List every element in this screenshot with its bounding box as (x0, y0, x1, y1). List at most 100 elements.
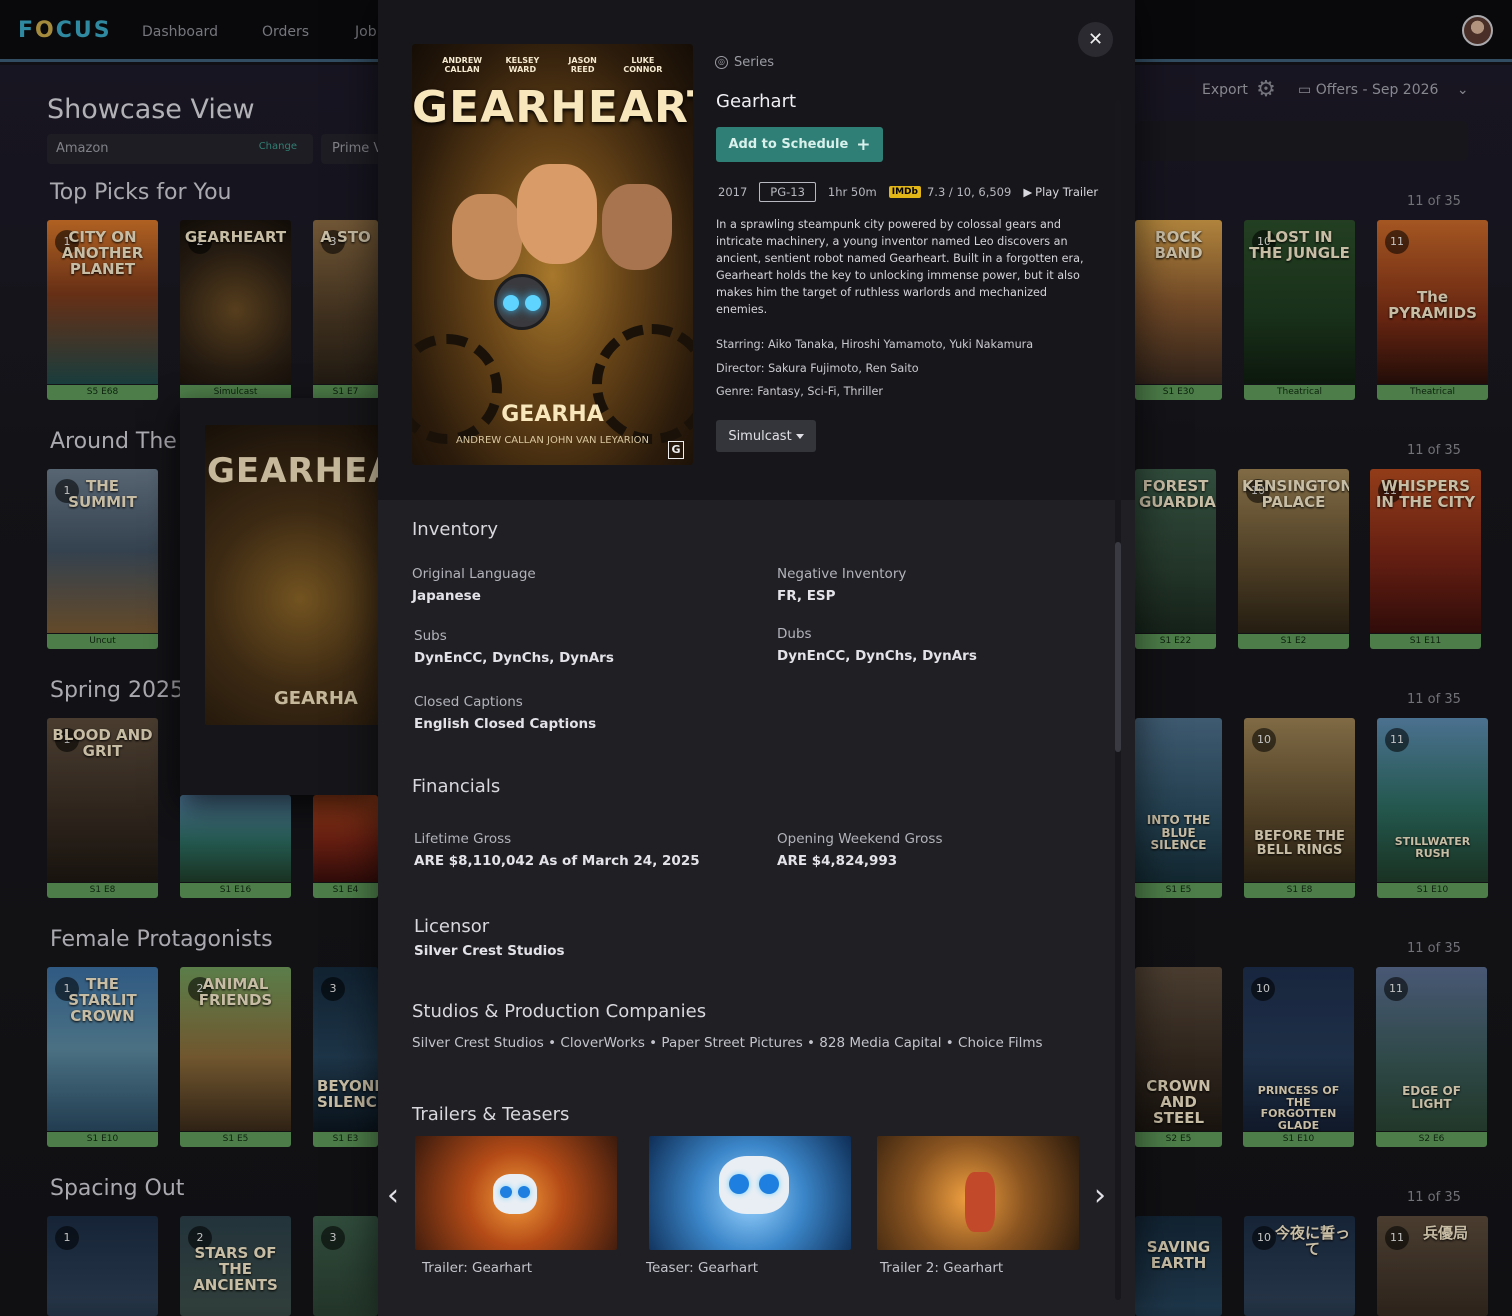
episode-tag: S1 E4 (313, 883, 378, 898)
poster-title: The PYRAMIDS (1388, 288, 1477, 322)
rank-badge: 10 (1251, 977, 1275, 1001)
key-art-poster: ANDREW CALLAN KELSEY WARD JASON REED LUK… (412, 44, 693, 465)
poster-title: STILLWATER RUSH (1394, 835, 1471, 860)
negative-inventory-value: FR, ESP (777, 588, 836, 604)
field-label: Opening Weekend Gross (777, 831, 943, 847)
poster-card[interactable]: INTO THE BLUE SILENCE S1 E5 (1135, 718, 1222, 898)
poster-title: PRINCESS OF THE FORGOTTEN GLADE (1257, 1084, 1340, 1132)
nav-jobs[interactable]: Job (355, 24, 377, 40)
row-title-spring: Spring 2025 (50, 678, 184, 703)
trailer-label: Teaser: Gearhart (646, 1260, 759, 1276)
poster-card[interactable]: S1 E4 (313, 795, 378, 898)
provider-field[interactable]: Amazon Change (47, 134, 313, 164)
director: Director: Sakura Fujimoto, Ren Saito (716, 362, 919, 375)
episode-tag: S1 E5 (180, 1132, 291, 1147)
rank-badge: 10 (1252, 728, 1276, 752)
poster-title: CITY ON ANOTHER PLANET (61, 228, 144, 278)
poster-card[interactable]: 2 ANIMAL FRIENDS S1 E5 (180, 967, 291, 1147)
change-provider-link[interactable]: Change (259, 141, 297, 152)
poster-card[interactable]: 11 EDGE OF LIGHT S2 E6 (1376, 967, 1487, 1147)
offers-dropdown[interactable]: ▭ Offers - Sep 2026 ⌄ (1298, 82, 1469, 98)
poster-card[interactable]: 10 PRINCESS OF THE FORGOTTEN GLADE S1 E10 (1243, 967, 1354, 1147)
episode-tag: S1 E30 (1135, 385, 1222, 400)
poster-card[interactable]: 10 BEFORE THE BELL RINGS S1 E8 (1244, 718, 1355, 898)
rank-badge: 3 (321, 1226, 345, 1250)
section-title-financials: Financials (412, 776, 501, 797)
closed-captions-value: English Closed Captions (414, 716, 597, 732)
rating-badge-icon: G (668, 441, 684, 459)
poster-card[interactable]: 1 CITY ON ANOTHER PLANET S5 E68 (47, 220, 158, 400)
poster-card[interactable]: 1 (47, 1216, 158, 1316)
poster-title: FOREST GUARDIANS (1139, 477, 1216, 511)
episode-tag: S1 E3 (313, 1132, 378, 1147)
poster-card[interactable]: 1 BLOOD AND GRIT S1 E8 (47, 718, 158, 898)
starring: Starring: Aiko Tanaka, Hiroshi Yamamoto,… (716, 338, 1034, 351)
modal-scrollbar-thumb[interactable] (1115, 542, 1121, 752)
focus-logo[interactable]: FOCUS (18, 18, 112, 43)
poster-card[interactable]: 10 今夜に誓って (1244, 1216, 1355, 1316)
row-title-top-picks: Top Picks for You (50, 180, 232, 205)
hover-preview-card[interactable]: GEARHEAR GEARHA (180, 398, 422, 795)
credit-name: KELSEY WARD (505, 56, 540, 75)
runner-figure (965, 1172, 995, 1232)
credit-name: ANDREW CALLAN (442, 56, 483, 75)
trailer-thumbnail[interactable] (877, 1136, 1079, 1250)
search-bar[interactable] (1135, 121, 1468, 161)
rank-badge: 11 (1385, 230, 1409, 254)
key-art-title: GEARHEART (412, 82, 693, 133)
robot-eye (518, 1186, 530, 1198)
robot-eye (503, 295, 519, 311)
poster-title: BEYOND SILENCE (317, 1077, 378, 1111)
row-count: 11 of 35 (1407, 692, 1461, 707)
play-trailer-link[interactable]: ▶ Play Trailer (1023, 185, 1098, 199)
poster-card[interactable]: 10 LOST IN THE JUNGLE Theatrical (1244, 220, 1355, 400)
poster-card[interactable]: 11 STILLWATER RUSH S1 E10 (1377, 718, 1488, 898)
poster-card[interactable]: ROCK BAND S1 E30 (1135, 220, 1222, 400)
nav-orders[interactable]: Orders (262, 24, 309, 40)
licensor-value: Silver Crest Studios (414, 943, 565, 959)
avatar[interactable] (1462, 15, 1493, 46)
series-icon: ◎ (715, 56, 728, 69)
poster-card[interactable]: FOREST GUARDIANS S1 E22 (1135, 469, 1216, 649)
trailer-thumbnail[interactable] (649, 1136, 851, 1250)
export-button[interactable]: Export (1202, 82, 1248, 98)
settings-gear-icon[interactable]: ⚙ (1254, 78, 1278, 102)
carousel-next-arrow-icon[interactable]: › (1087, 1178, 1113, 1214)
poster-card[interactable]: 3 (313, 1216, 378, 1316)
poster-card[interactable]: 2 GEARHEART Simulcast (180, 220, 291, 400)
poster-card[interactable]: 11 兵優局 (1377, 1216, 1488, 1316)
poster-card[interactable]: 3A STO S1 E7 (313, 220, 378, 400)
carousel-prev-arrow-icon[interactable]: ‹ (380, 1178, 406, 1214)
rank-badge: 1 (55, 1226, 79, 1250)
episode-tag: S1 E8 (47, 883, 158, 898)
close-button[interactable]: ✕ (1078, 22, 1113, 57)
episode-tag: S1 E11 (1370, 634, 1481, 649)
release-type-dropdown[interactable]: Simulcast (716, 420, 816, 452)
field-label: Closed Captions (414, 694, 523, 710)
poster-card[interactable]: 1 THE SUMMIT Uncut (47, 469, 158, 649)
trailer-thumbnail[interactable] (415, 1136, 617, 1250)
plus-icon: + (856, 134, 871, 155)
poster-card[interactable]: 3 BEYOND SILENCE S1 E3 (313, 967, 378, 1147)
poster-card[interactable]: 11 The PYRAMIDS Theatrical (1377, 220, 1488, 400)
add-to-schedule-button[interactable]: Add to Schedule + (716, 127, 883, 162)
poster-card[interactable]: S1 E16 (180, 795, 291, 898)
poster-card[interactable]: 10 KENSINGTON PALACE S1 E2 (1238, 469, 1349, 649)
poster-card[interactable]: 11 WHISPERS IN THE CITY S1 E11 (1370, 469, 1481, 649)
row-count: 11 of 35 (1407, 1190, 1461, 1205)
runtime: 1hr 50m (827, 185, 877, 199)
rank-badge: 11 (1385, 728, 1409, 752)
trailer-label: Trailer 2: Gearhart (880, 1260, 1004, 1276)
prime-field[interactable]: Prime V (321, 134, 378, 164)
rank-badge: 10 (1252, 1226, 1276, 1250)
poster-card[interactable]: SAVING EARTH (1135, 1216, 1222, 1316)
poster-card[interactable]: 2 STARS OF THE ANCIENTS (180, 1216, 291, 1316)
poster-credits: ANDREW CALLAN KELSEY WARD JASON REED LUK… (412, 56, 693, 74)
poster-title: EDGE OF LIGHT (1402, 1084, 1461, 1111)
poster-card[interactable]: 1 THE STARLIT CROWN S1 E10 (47, 967, 158, 1147)
poster-card[interactable]: CROWN AND STEEL S2 E5 (1135, 967, 1222, 1147)
nav-dashboard[interactable]: Dashboard (142, 24, 218, 40)
prime-value: Prime V (332, 141, 378, 156)
episode-tag: S1 E10 (1377, 883, 1488, 898)
episode-tag: S1 E16 (180, 883, 291, 898)
